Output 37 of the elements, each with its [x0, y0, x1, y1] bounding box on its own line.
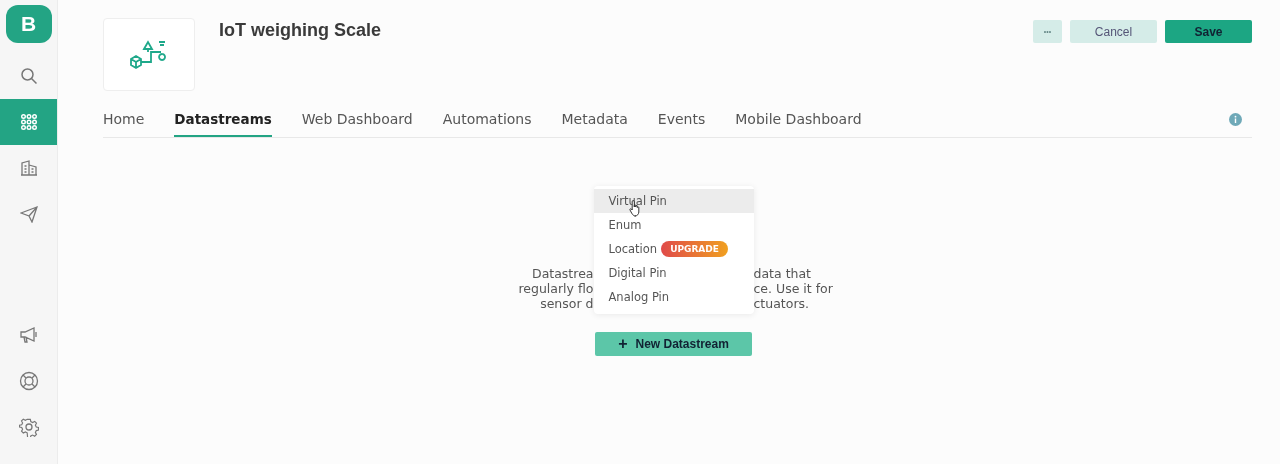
menu-item-label: Digital Pin — [608, 266, 667, 280]
cancel-button[interactable]: Cancel — [1070, 20, 1157, 43]
megaphone-icon — [18, 326, 39, 344]
tab[interactable]: Events — [657, 110, 706, 137]
description-text: Datastrea — [531, 266, 594, 281]
description-text: ctuators. — [753, 296, 811, 311]
menu-item-label: Analog Pin — [608, 290, 670, 304]
menu-item-label: Enum — [608, 218, 642, 232]
grid-icon — [19, 113, 38, 131]
lifebuoy-icon — [18, 371, 39, 391]
tab[interactable]: Web Dashboard — [301, 110, 413, 137]
menu-item-label: Location — [608, 242, 658, 256]
menu-item[interactable]: Analog Pin — [593, 285, 754, 309]
product-title: IoT weighing Scale — [219, 20, 382, 41]
search-icon — [19, 67, 38, 85]
menu-item[interactable]: Location UPGRADE — [593, 237, 754, 261]
description-text: regularly flo — [517, 281, 594, 296]
description-text: data that — [753, 266, 812, 281]
menu-item[interactable]: Enum — [593, 213, 754, 237]
tab[interactable]: Datastreams — [174, 110, 272, 137]
device-icon — [129, 39, 169, 70]
tab[interactable]: Mobile Dashboard — [735, 110, 862, 137]
menu-item[interactable]: Virtual Pin — [593, 189, 754, 213]
new-datastream-button[interactable]: + New Datastream — [595, 332, 752, 356]
sidebar-item[interactable] — [0, 99, 57, 145]
tab[interactable]: Metadata — [561, 110, 628, 137]
save-button[interactable]: Save — [1165, 20, 1252, 43]
settings-icon — [18, 417, 39, 437]
tab[interactable]: Home — [103, 110, 145, 137]
tab[interactable]: Automations — [442, 110, 532, 137]
menu-item-label: Virtual Pin — [608, 194, 667, 208]
description-text: ce. Use it for — [753, 281, 834, 296]
send-icon — [19, 205, 38, 223]
menu-item[interactable]: Digital Pin — [593, 261, 754, 285]
building-icon — [19, 159, 38, 177]
info-icon[interactable] — [1229, 113, 1242, 126]
description-text: sensor d — [539, 296, 594, 311]
